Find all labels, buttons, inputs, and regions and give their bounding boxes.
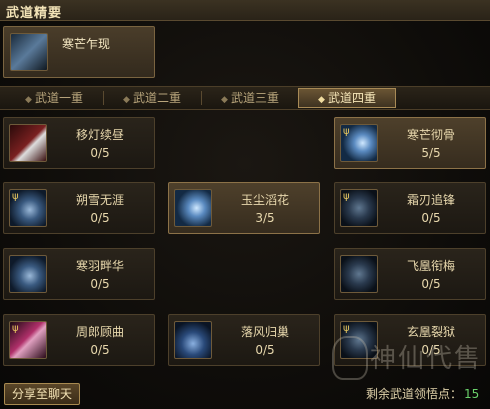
song-icon: ψ (9, 321, 47, 359)
tab-tier-4[interactable]: ◆ 武道四重 (298, 88, 396, 108)
skill-name: 朔雪无涯 (75, 193, 124, 207)
skill-card[interactable]: 落风归巢 0/5 (168, 314, 320, 366)
panel-titlebar: 武道精要 (0, 0, 490, 21)
skill-progress: 0/5 (255, 343, 275, 357)
skill-card[interactable]: 玉尘滔花 3/5 (168, 182, 320, 234)
tier-tabs: ◆ 武道一重 ◆ 武道二重 ◆ 武道三重 ◆ 武道四重 (0, 86, 490, 110)
skill-name: 飞凰衔梅 (406, 259, 455, 273)
phoenix-plum-icon (340, 255, 378, 293)
skill-progress: 0/5 (90, 211, 110, 225)
skill-name: 寒芒彻骨 (406, 128, 455, 142)
skill-progress: 0/5 (421, 211, 441, 225)
skill-card[interactable]: 飞凰衔梅 0/5 (334, 248, 486, 300)
skill-card[interactable]: 寒羽畔华 0/5 (3, 248, 155, 300)
skill-name: 移灯续昼 (75, 128, 124, 142)
skill-name: 周郎顾曲 (75, 325, 124, 339)
snow-blossom-icon (174, 189, 212, 227)
skill-progress: 0/5 (90, 277, 110, 291)
mascot-icon (332, 336, 368, 380)
martial-essentials-panel: 武道精要 寒芒乍现 ◆ 武道一重 ◆ 武道二重 ◆ 武道三重 ◆ 武道四重 移灯续昼 0… (0, 0, 490, 409)
frost-feather-icon (9, 255, 47, 293)
skill-card[interactable]: ψ 周郎顾曲 0/5 (3, 314, 155, 366)
skill-name: 落风归巢 (240, 325, 289, 339)
skill-progress: 3/5 (255, 211, 275, 225)
skill-card[interactable]: 移灯续昼 0/5 (3, 117, 155, 169)
skill-progress: 0/5 (90, 343, 110, 357)
featured-skill-name: 寒芒乍现 (62, 37, 111, 51)
skill-card[interactable]: ψ 霜刃追锋 0/5 (334, 182, 486, 234)
skill-name: 霜刃追锋 (406, 193, 455, 207)
remaining-points-label: 剩余武道领悟点： (366, 387, 463, 401)
skill-progress: 0/5 (90, 146, 110, 160)
snowflake-icon: ψ (9, 189, 47, 227)
panel-title: 武道精要 (6, 6, 63, 21)
ice-burst-icon: ψ (340, 124, 378, 162)
remaining-points-value: 15 (464, 387, 480, 401)
share-to-chat-button[interactable]: 分享至聊天 (4, 383, 80, 405)
tab-tier-3[interactable]: ◆ 武道三重 (202, 89, 300, 107)
blade-strike-icon (10, 33, 48, 71)
remaining-points: 剩余武道领悟点： 15 (366, 385, 479, 402)
wind-return-icon (174, 321, 212, 359)
skill-progress: 5/5 (421, 146, 441, 160)
skill-name: 玉尘滔花 (240, 193, 289, 207)
tab-tier-2[interactable]: ◆ 武道二重 (104, 89, 202, 107)
watermark-logo: 神仙代售 (330, 330, 490, 382)
lantern-swipe-icon (9, 124, 47, 162)
skill-name: 寒羽畔华 (75, 259, 124, 273)
featured-skill[interactable]: 寒芒乍现 (3, 26, 155, 78)
skill-card[interactable]: ψ 寒芒彻骨 5/5 (334, 117, 486, 169)
tab-tier-1[interactable]: ◆ 武道一重 (6, 89, 104, 107)
skill-card[interactable]: ψ 朔雪无涯 0/5 (3, 182, 155, 234)
watermark-text: 神仙代售 (370, 344, 483, 374)
skill-progress: 0/5 (421, 277, 441, 291)
frost-blade-icon: ψ (340, 189, 378, 227)
